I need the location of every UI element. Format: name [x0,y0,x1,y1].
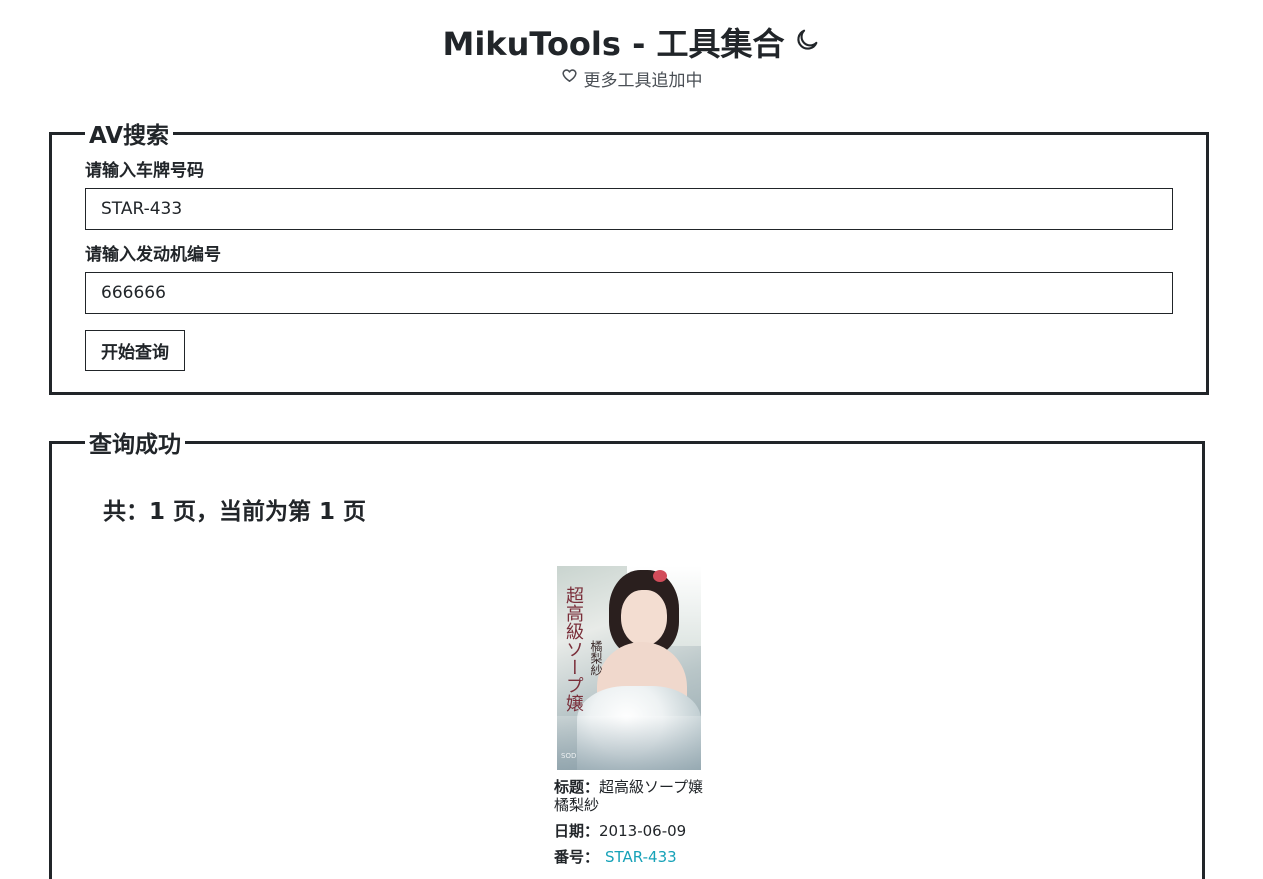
plate-input[interactable] [85,188,1173,230]
start-search-button[interactable]: 开始查询 [85,330,185,371]
moon-icon[interactable] [793,23,821,63]
cover-name-text: 橘梨紗 [589,640,603,676]
code-link[interactable]: STAR-433 [605,848,677,866]
date-row: 日期：2013-06-09 [554,822,704,840]
cover-image[interactable]: 超高級ソープ嬢 橘梨紗 SOD [557,566,701,770]
site-title-text: MikuTools - 工具集合 [442,25,785,63]
date-key: 日期： [554,822,600,840]
cover-title-text: 超高級ソープ嬢 [563,586,584,712]
heart-icon [561,66,578,92]
site-title: MikuTools - 工具集合 [0,24,1263,66]
code-key: 番号： [554,848,600,866]
title-row: 标题：超高級ソープ嬢 橘梨紗 [554,778,704,814]
page-header: MikuTools - 工具集合 更多工具追加中 [0,0,1263,94]
title-key: 标题： [554,778,600,796]
result-panel-legend: 查询成功 [89,432,181,458]
cover-studio-text: SOD [561,752,577,760]
engine-label: 请输入发动机编号 [85,245,221,265]
result-card[interactable]: 超高級ソープ嬢 橘梨紗 SOD 标题：超高級ソープ嬢 橘梨紗 日期：2013-0… [554,566,704,866]
search-panel-legend: AV搜索 [89,123,170,149]
subtitle: 更多工具追加中 [0,68,1263,94]
engine-input[interactable] [85,272,1173,314]
date-value: 2013-06-09 [599,822,687,840]
search-panel: AV搜索 请输入车牌号码 请输入发动机编号 开始查询 [49,116,1209,395]
subtitle-text: 更多工具追加中 [583,71,703,91]
page-info: 共：1 页，当前为第 1 页 [103,499,367,525]
code-row: 番号： STAR-433 [554,848,704,866]
plate-label: 请输入车牌号码 [85,161,204,181]
